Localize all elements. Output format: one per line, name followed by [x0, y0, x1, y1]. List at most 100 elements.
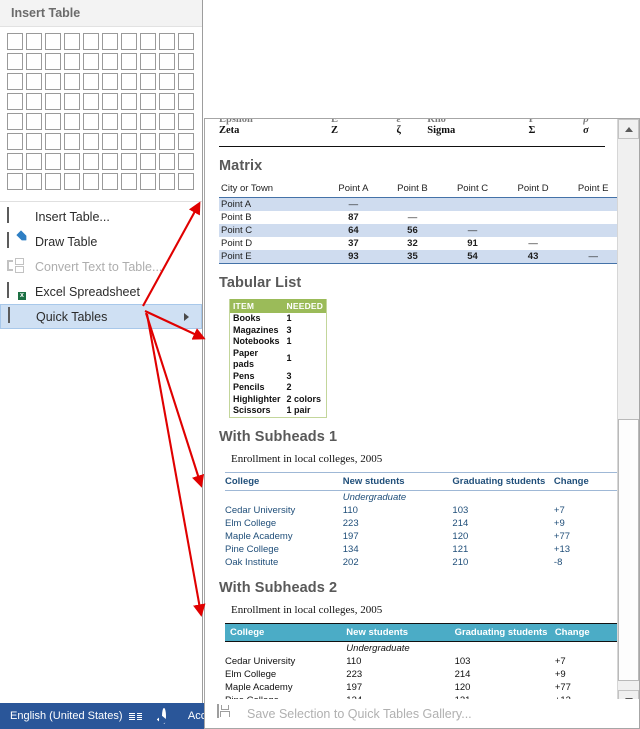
table-size-grid-cell[interactable]: [102, 33, 118, 50]
table-size-grid-cell[interactable]: [64, 173, 80, 190]
table-size-grid-cell[interactable]: [26, 133, 42, 150]
table-size-grid-cell[interactable]: [7, 113, 23, 130]
table-size-grid-cell[interactable]: [121, 53, 137, 70]
menu-item-insert-table[interactable]: Insert Table...: [0, 204, 202, 229]
table-size-grid-row[interactable]: [7, 93, 197, 110]
table-size-grid-cell[interactable]: [102, 133, 118, 150]
table-size-grid-cell[interactable]: [45, 173, 61, 190]
table-size-grid-cell[interactable]: [121, 153, 137, 170]
table-size-grid-cell[interactable]: [64, 133, 80, 150]
table-size-grid-cell[interactable]: [140, 73, 156, 90]
table-size-grid-cell[interactable]: [7, 153, 23, 170]
save-selection-to-quick-tables-gallery-item[interactable]: Save Selection to Quick Tables Gallery..…: [204, 699, 640, 729]
table-size-grid-cell[interactable]: [83, 93, 99, 110]
table-size-grid-row[interactable]: [7, 113, 197, 130]
scrollbar-thumb[interactable]: [618, 419, 639, 681]
table-size-grid-cell[interactable]: [159, 133, 175, 150]
table-size-grid-cell[interactable]: [159, 93, 175, 110]
table-size-grid-cell[interactable]: [45, 133, 61, 150]
table-size-grid-cell[interactable]: [26, 173, 42, 190]
table-size-grid-row[interactable]: [7, 33, 197, 50]
table-size-grid-cell[interactable]: [64, 33, 80, 50]
gallery-scrollbar[interactable]: [617, 119, 639, 710]
table-size-grid-cell[interactable]: [159, 73, 175, 90]
table-size-grid-cell[interactable]: [178, 173, 194, 190]
table-size-grid-cell[interactable]: [7, 73, 23, 90]
table-size-grid-row[interactable]: [7, 173, 197, 190]
table-size-grid-cell[interactable]: [121, 33, 137, 50]
table-size-grid-cell[interactable]: [178, 153, 194, 170]
proofing-errors-icon[interactable]: [136, 710, 149, 723]
greek-alphabet-table-partial[interactable]: Epsilon E ε Rho P ρ Zeta Z ζ Sigma Σ σ: [219, 119, 605, 144]
accessibility-icon[interactable]: [161, 707, 175, 724]
table-size-grid-cell[interactable]: [45, 113, 61, 130]
table-size-grid-cell[interactable]: [26, 33, 42, 50]
table-size-grid-cell[interactable]: [83, 113, 99, 130]
tabular-list-table[interactable]: ITEM NEEDED Books 1 Magazines 3 Notebooks 1 Pap…: [229, 299, 328, 418]
matrix-table[interactable]: City or Town Point A Point B Point C Point D…: [219, 182, 617, 264]
table-size-grid-cell[interactable]: [159, 113, 175, 130]
table-size-grid-cell[interactable]: [121, 173, 137, 190]
table-size-grid-cell[interactable]: [102, 173, 118, 190]
table-size-grid-cell[interactable]: [7, 33, 23, 50]
table-size-grid-cell[interactable]: [7, 173, 23, 190]
table-size-grid-cell[interactable]: [45, 53, 61, 70]
table-size-grid-cell[interactable]: [178, 73, 194, 90]
menu-item-quick-tables[interactable]: Quick Tables: [0, 304, 202, 329]
table-size-grid-cell[interactable]: [45, 73, 61, 90]
table-size-grid-cell[interactable]: [140, 93, 156, 110]
table-size-grid-cell[interactable]: [26, 153, 42, 170]
table-size-grid-cell[interactable]: [83, 173, 99, 190]
table-size-grid-cell[interactable]: [83, 33, 99, 50]
table-size-grid-row[interactable]: [7, 153, 197, 170]
with-subheads-2-table[interactable]: College New students Graduating students Ch…: [225, 623, 617, 710]
table-size-grid-cell[interactable]: [178, 113, 194, 130]
table-size-grid-row[interactable]: [7, 73, 197, 90]
table-size-grid-cell[interactable]: [178, 93, 194, 110]
table-size-grid-cell[interactable]: [45, 153, 61, 170]
table-size-grid-cell[interactable]: [83, 73, 99, 90]
table-size-grid-cell[interactable]: [83, 133, 99, 150]
table-size-grid-cell[interactable]: [102, 93, 118, 110]
table-size-grid-cell[interactable]: [7, 53, 23, 70]
table-size-grid-cell[interactable]: [64, 113, 80, 130]
table-size-grid-cell[interactable]: [26, 93, 42, 110]
table-size-grid-cell[interactable]: [178, 53, 194, 70]
table-size-grid-cell[interactable]: [26, 53, 42, 70]
table-size-grid-cell[interactable]: [45, 93, 61, 110]
table-size-grid-cell[interactable]: [140, 33, 156, 50]
table-size-grid-cell[interactable]: [121, 133, 137, 150]
table-size-grid-cell[interactable]: [102, 153, 118, 170]
table-size-grid-cell[interactable]: [102, 53, 118, 70]
table-size-grid-cell[interactable]: [159, 153, 175, 170]
table-size-grid-cell[interactable]: [121, 73, 137, 90]
table-size-grid-cell[interactable]: [83, 53, 99, 70]
table-size-grid-cell[interactable]: [140, 153, 156, 170]
table-size-grid-cell[interactable]: [102, 73, 118, 90]
table-size-grid-cell[interactable]: [140, 113, 156, 130]
table-size-grid-cell[interactable]: [178, 33, 194, 50]
accessibility-label[interactable]: Acc: [188, 710, 204, 722]
table-size-grid-cell[interactable]: [178, 133, 194, 150]
table-size-grid-cell[interactable]: [45, 33, 61, 50]
table-size-grid-cell[interactable]: [83, 153, 99, 170]
table-size-grid-row[interactable]: [7, 133, 197, 150]
table-size-grid-cell[interactable]: [26, 73, 42, 90]
table-size-grid-cell[interactable]: [64, 53, 80, 70]
table-size-grid-cell[interactable]: [159, 33, 175, 50]
table-size-grid-row[interactable]: [7, 53, 197, 70]
table-size-grid-cell[interactable]: [140, 133, 156, 150]
table-size-grid-cell[interactable]: [7, 93, 23, 110]
with-subheads-1-table[interactable]: College New students Graduating students Ch…: [225, 472, 617, 569]
table-size-grid-cell[interactable]: [64, 153, 80, 170]
table-size-grid-cell[interactable]: [121, 113, 137, 130]
table-size-grid-cell[interactable]: [159, 173, 175, 190]
table-size-grid-cell[interactable]: [140, 173, 156, 190]
table-size-grid[interactable]: [0, 27, 202, 199]
table-size-grid-cell[interactable]: [140, 53, 156, 70]
table-size-grid-cell[interactable]: [26, 113, 42, 130]
status-language[interactable]: English (United States): [10, 710, 123, 722]
table-size-grid-cell[interactable]: [64, 93, 80, 110]
table-size-grid-cell[interactable]: [64, 73, 80, 90]
table-size-grid-cell[interactable]: [159, 53, 175, 70]
